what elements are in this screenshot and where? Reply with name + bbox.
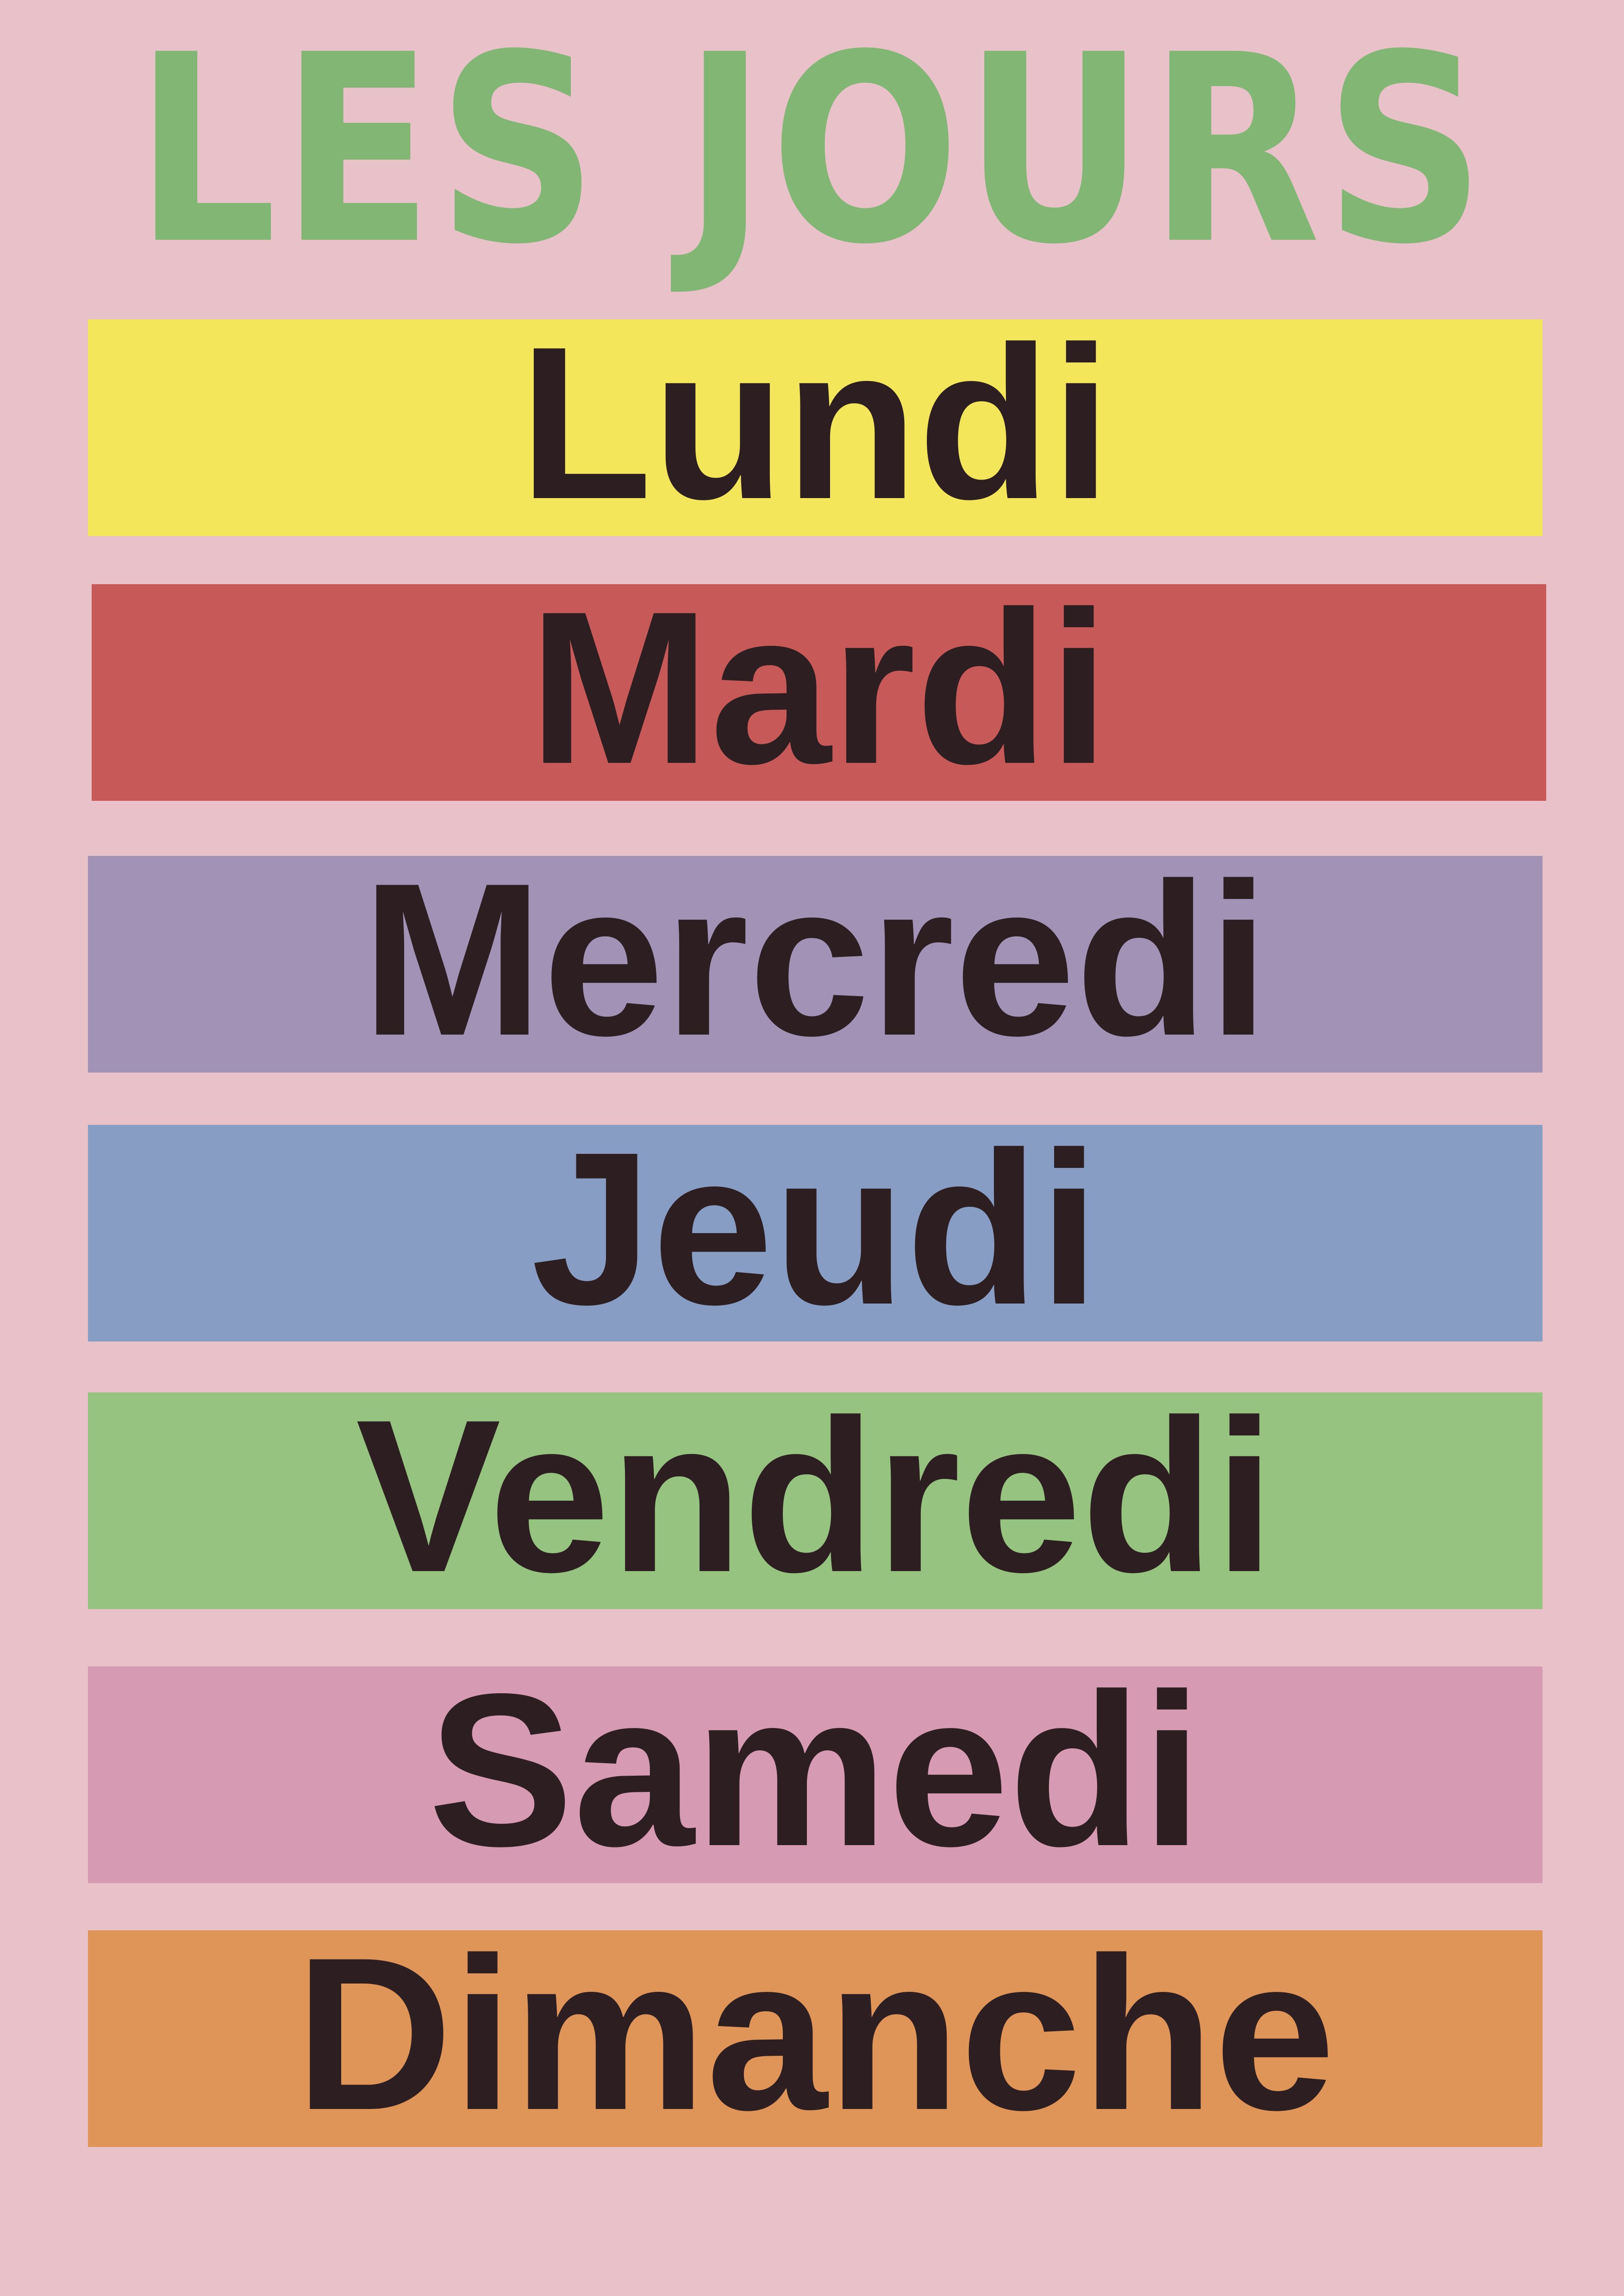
day-label: Jeudi [531, 1107, 1099, 1350]
day-band-mardi: Mardi [92, 579, 1546, 801]
day-band-vendredi: Vendredi [88, 1387, 1543, 1609]
day-label: Samedi [428, 1648, 1202, 1891]
day-band-jeudi: Jeudi [88, 1120, 1543, 1341]
day-label: Dimanche [295, 1912, 1336, 2155]
day-label: Lundi [519, 301, 1112, 544]
day-label: Mercredi [362, 838, 1269, 1081]
day-label: Mardi [529, 566, 1109, 809]
day-band-lundi: Lundi [88, 314, 1543, 536]
page-title: LES JOURS [135, 0, 1489, 301]
day-band-samedi: Samedi [88, 1661, 1543, 1883]
day-band-mercredi: Mercredi [88, 851, 1543, 1073]
day-label: Vendredi [356, 1374, 1275, 1617]
day-band-dimanche: Dimanche [88, 1925, 1543, 2147]
